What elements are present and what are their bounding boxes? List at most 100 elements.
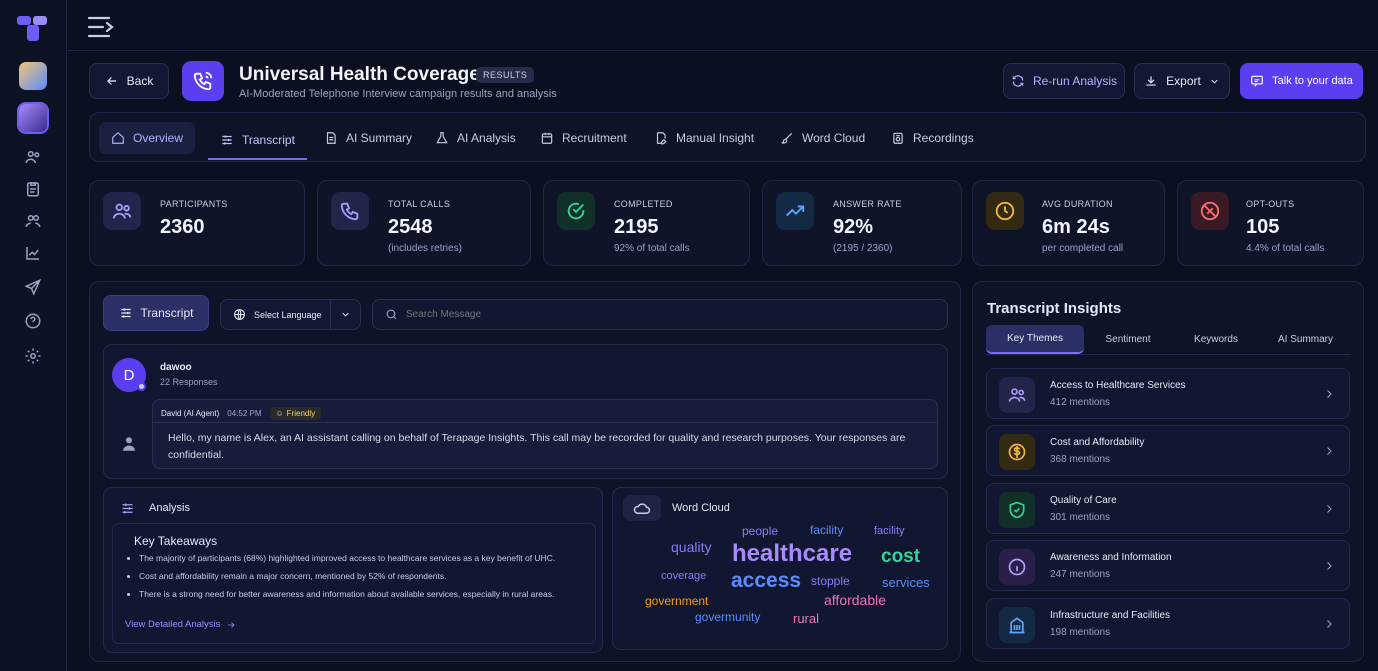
tab-ai-summary[interactable]: AI Summary: [312, 122, 424, 154]
flask-icon: [436, 132, 448, 144]
trending-up-icon: [776, 192, 814, 230]
group-icon[interactable]: [23, 211, 43, 231]
analysis-card: Analysis Key Takeaways The majority of p…: [103, 487, 603, 653]
tab-label: AI Analysis: [457, 131, 516, 145]
stat-card-completed: COMPLETED 2195 92% of total calls: [543, 180, 750, 266]
chart-icon[interactable]: [23, 243, 43, 263]
insights-tab-sentiment[interactable]: Sentiment: [1084, 325, 1172, 354]
insights-title: Transcript Insights: [987, 300, 1122, 317]
search-box[interactable]: [372, 299, 948, 330]
tab-label: AI Summary: [346, 131, 413, 145]
word-cloud-word: facility: [874, 525, 905, 537]
results-badge: RESULTS: [476, 67, 535, 83]
back-button[interactable]: Back: [89, 63, 169, 99]
list-item: The majority of participants (68%) highl…: [139, 553, 589, 563]
tab-label: Recordings: [913, 131, 974, 145]
arrow-right-icon: [228, 621, 235, 628]
stat-label: ANSWER RATE: [833, 199, 902, 209]
tab-word-cloud[interactable]: Word Cloud: [768, 122, 877, 154]
insights-tab-key-themes[interactable]: Key Themes: [986, 325, 1084, 354]
users-icon[interactable]: [23, 147, 43, 167]
sliders-icon: [120, 308, 131, 318]
brush-icon: [781, 132, 793, 144]
theme-item[interactable]: Cost and Affordability 368 mentions: [986, 425, 1350, 476]
help-icon[interactable]: [23, 311, 43, 331]
check-circle-icon: [557, 192, 595, 230]
theme-mentions: 368 mentions: [1050, 454, 1111, 465]
clipboard-icon[interactable]: [23, 179, 43, 199]
menu-toggle-icon[interactable]: [87, 15, 117, 39]
insights-tabs: Key Themes Sentiment Keywords AI Summary: [986, 325, 1351, 355]
avatar-initial: D: [123, 366, 135, 384]
stat-label: COMPLETED: [614, 199, 673, 209]
chevron-right-icon: [1327, 620, 1332, 628]
stat-card-avg-duration: AVG DURATION 6m 24s per completed call: [972, 180, 1165, 266]
search-input[interactable]: [406, 309, 906, 320]
sliders-icon: [122, 503, 133, 514]
theme-item[interactable]: Awareness and Information 247 mentions: [986, 540, 1350, 591]
stat-card-total-calls: TOTAL CALLS 2548 (includes retries): [317, 180, 531, 266]
tab-overview[interactable]: Overview: [99, 122, 196, 154]
theme-item[interactable]: Infrastructure and Facilities 198 mentio…: [986, 598, 1350, 649]
insights-tab-label: Sentiment: [1105, 334, 1151, 345]
word-cloud-word: govermunity: [695, 610, 761, 624]
theme-title: Cost and Affordability: [1050, 437, 1145, 448]
transcript-button[interactable]: Transcript: [103, 295, 209, 331]
export-button[interactable]: Export: [1134, 63, 1230, 99]
word-cloud-word: cost: [881, 546, 921, 567]
cloud-icon-box: [623, 495, 661, 521]
rerun-analysis-button[interactable]: Re-run Analysis: [1003, 63, 1125, 99]
workspace-avatar-1[interactable]: [19, 62, 47, 90]
insights-tab-keywords[interactable]: Keywords: [1172, 325, 1260, 354]
stat-card-opt-outs: OPT-OUTS 105 4.4% of total calls: [1177, 180, 1364, 266]
tab-recordings[interactable]: Recordings: [879, 122, 986, 154]
tab-label: Transcript: [242, 133, 295, 147]
tab-manual-insight[interactable]: Manual Insight: [642, 122, 766, 154]
message-meta: David (AI Agent) 04:52 PM ☺ Friendly: [161, 407, 322, 420]
status-dot: [137, 382, 146, 391]
send-icon[interactable]: [23, 277, 43, 297]
stat-note: per completed call: [1042, 243, 1124, 254]
word-cloud-title: Word Cloud: [672, 502, 730, 514]
search-icon: [386, 309, 397, 320]
takeaways-list: The majority of participants (68%) highl…: [139, 553, 589, 607]
theme-mentions: 412 mentions: [1050, 397, 1111, 408]
tone-badge: ☺ Friendly: [269, 407, 322, 420]
word-cloud-word: quality: [671, 539, 712, 555]
theme-title: Quality of Care: [1050, 495, 1117, 506]
tab-recruitment[interactable]: Recruitment: [528, 122, 639, 154]
app-logo-icon[interactable]: [17, 14, 49, 42]
theme-item[interactable]: Access to Healthcare Services 412 mentio…: [986, 368, 1350, 419]
language-select[interactable]: Select Language: [220, 299, 361, 330]
divider: [330, 300, 331, 329]
workspace-avatar-2[interactable]: [19, 104, 47, 132]
message-card: D dawoo 22 Responses David (AI Agent) 04…: [103, 344, 948, 479]
shield-check-icon: [999, 492, 1035, 528]
chevron-down-icon: [1211, 79, 1218, 84]
divider: [153, 422, 937, 423]
people-icon: [999, 377, 1035, 413]
insights-tab-label: AI Summary: [1277, 334, 1333, 345]
talk-to-data-button[interactable]: Talk to your data: [1240, 63, 1363, 99]
word-cloud-word: coverage: [661, 570, 707, 582]
insights-panel: Transcript Insights Key Themes Sentiment…: [972, 281, 1364, 662]
view-analysis-link[interactable]: View Detailed Analysis: [125, 619, 236, 630]
home-icon: [112, 131, 124, 144]
settings-icon[interactable]: [23, 346, 43, 366]
link-label: View Detailed Analysis: [125, 619, 221, 630]
theme-item[interactable]: Quality of Care 301 mentions: [986, 483, 1350, 534]
insights-tab-label: Key Themes: [1007, 333, 1063, 344]
insights-tab-ai-summary[interactable]: AI Summary: [1260, 325, 1351, 354]
user-name: dawoo: [160, 362, 192, 373]
language-label: Select Language: [254, 309, 322, 320]
top-bar: [67, 0, 1378, 51]
stat-label: PARTICIPANTS: [160, 199, 228, 209]
tab-transcript[interactable]: Transcript: [208, 122, 307, 160]
analysis-title: Analysis: [149, 502, 190, 514]
tab-ai-analysis[interactable]: AI Analysis: [423, 122, 528, 154]
stat-value: 2195: [614, 216, 659, 238]
stat-note: (includes retries): [388, 243, 462, 254]
stat-label: AVG DURATION: [1042, 199, 1113, 209]
chevron-right-icon: [1327, 390, 1332, 398]
takeaways-heading: Key Takeaways: [134, 534, 218, 548]
